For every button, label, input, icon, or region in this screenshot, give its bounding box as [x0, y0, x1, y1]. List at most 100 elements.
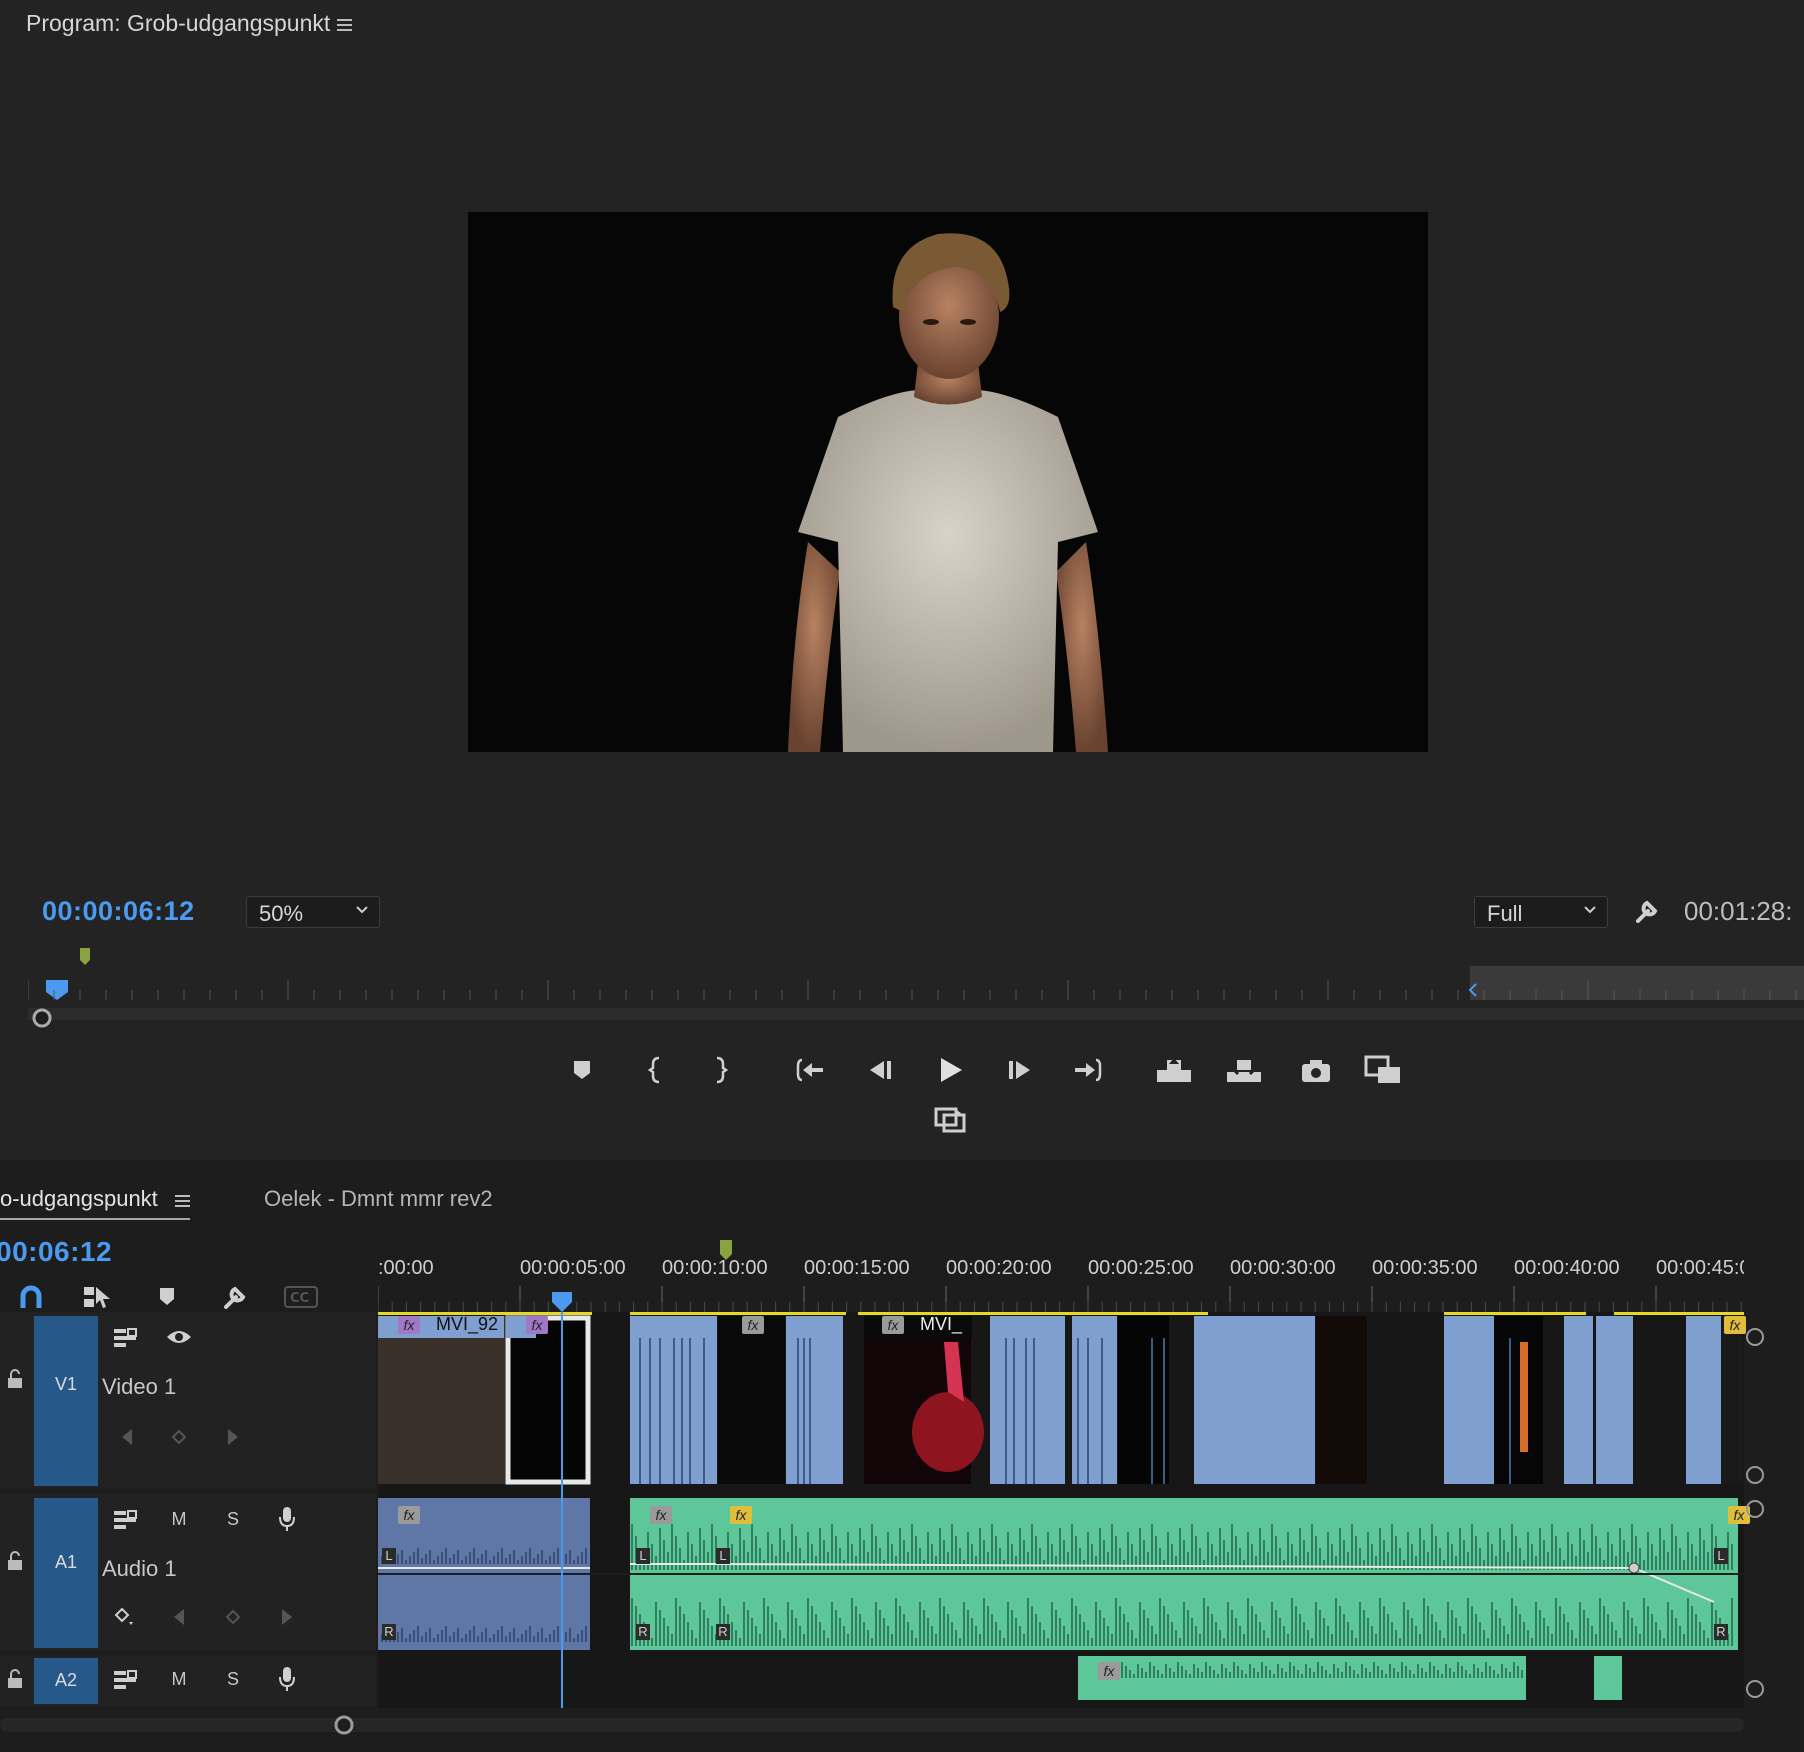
video-clip — [506, 1316, 589, 1484]
video-clip — [1596, 1316, 1633, 1484]
clip-name[interactable]: MVI_92 — [436, 1314, 498, 1335]
mute-track-button[interactable]: M — [164, 1504, 194, 1534]
go-to-out-button[interactable] — [1068, 1050, 1108, 1090]
lock-icon[interactable] — [4, 1550, 26, 1572]
channel-right-label: R — [1714, 1624, 1728, 1640]
go-to-in-button[interactable] — [790, 1050, 830, 1090]
keyframe-menu-icon[interactable] — [110, 1602, 140, 1632]
fx-badge[interactable]: fx — [526, 1316, 548, 1334]
previous-keyframe-icon[interactable] — [164, 1602, 194, 1632]
timeline-time-ruler[interactable]: :00:00 00:00:05:00 00:00:10:00 00:00:15:00 0… — [378, 1240, 1744, 1312]
track-height-handle[interactable] — [1746, 1328, 1764, 1346]
track-target-a1[interactable]: A1 — [34, 1498, 98, 1648]
ruler-label: 00:00:20:00 — [946, 1257, 1052, 1279]
timeline-playhead-timecode[interactable]: 00:06:12 — [0, 1236, 112, 1268]
lock-icon[interactable] — [4, 1368, 26, 1390]
mute-track-button[interactable]: M — [164, 1664, 194, 1694]
ruler-label: 00:00:30:00 — [1230, 1257, 1336, 1279]
channel-right-label: R — [636, 1624, 650, 1640]
video-clip — [1686, 1316, 1721, 1484]
sequence-tab-active[interactable]: o-udgangspunkt — [0, 1186, 158, 1212]
extract-button[interactable] — [1224, 1050, 1264, 1090]
comparison-view-button[interactable] — [1364, 1050, 1404, 1090]
fx-badge[interactable]: fx — [398, 1316, 420, 1334]
timeline-horizontal-scrollbar[interactable] — [0, 1712, 1744, 1752]
mark-in-button[interactable] — [636, 1050, 676, 1090]
playhead-timecode[interactable]: 00:00:06:12 — [42, 896, 195, 927]
track-height-handle[interactable] — [1746, 1466, 1764, 1484]
comparison-view-icon — [1364, 1055, 1400, 1083]
fx-badge[interactable]: fx — [650, 1506, 672, 1524]
solo-track-button[interactable]: S — [218, 1664, 248, 1694]
clip-name[interactable]: MVI_ — [920, 1314, 962, 1335]
add-marker-button[interactable] — [562, 1050, 602, 1090]
video-clip — [786, 1316, 843, 1484]
track-target-v1[interactable]: V1 — [34, 1316, 98, 1486]
channel-right-label: R — [382, 1624, 396, 1640]
loop-button[interactable] — [930, 1100, 970, 1140]
fx-badge[interactable]: fx — [1724, 1316, 1746, 1334]
mark-out-button[interactable] — [700, 1050, 740, 1090]
timeline-track-area[interactable]: fx MVI_92 fx fx fx MVI_ fx fx fx fx fx f… — [378, 1312, 1750, 1708]
program-time-ruler[interactable] — [28, 940, 1804, 1030]
channel-left-label: L — [1714, 1548, 1728, 1564]
zoom-scrollbar — [28, 1008, 1804, 1020]
previous-keyframe-icon[interactable] — [112, 1422, 142, 1452]
linked-selection-toggle[interactable] — [80, 1282, 114, 1312]
lift-button[interactable] — [1154, 1050, 1194, 1090]
fx-badge[interactable]: fx — [1098, 1662, 1120, 1680]
captions-button[interactable]: CC — [284, 1282, 318, 1312]
fx-badge[interactable]: fx — [742, 1316, 764, 1334]
track-target-a2[interactable]: A2 — [34, 1658, 98, 1704]
ruler-label: 00:00:10:00 — [662, 1257, 768, 1279]
channel-left-label: L — [716, 1548, 730, 1564]
add-keyframe-icon[interactable] — [218, 1602, 248, 1632]
zoom-level-dropdown[interactable]: 50% — [246, 896, 380, 928]
video-clip — [378, 1316, 505, 1484]
camera-icon — [1302, 1060, 1330, 1082]
mark-in-icon — [647, 1056, 660, 1084]
sequence-tab[interactable]: Oelek - Dmnt mmr rev2 — [264, 1186, 493, 1212]
track-name-video-1[interactable]: Video 1 — [102, 1374, 176, 1400]
add-marker-button[interactable] — [150, 1282, 184, 1312]
track-height-handle[interactable] — [1746, 1500, 1764, 1518]
sequence-duration-timecode: 00:01:28: — [1684, 896, 1793, 926]
chevron-down-icon — [1584, 906, 1596, 914]
program-monitor-title[interactable]: Program: Grob-udgangspunkt — [26, 10, 330, 37]
video-clip — [1564, 1316, 1593, 1484]
render-status-bar — [858, 1312, 1208, 1315]
panel-menu-icon[interactable] — [172, 1190, 194, 1212]
play-button[interactable] — [930, 1050, 970, 1090]
lock-icon[interactable] — [4, 1668, 26, 1690]
video-clip — [1316, 1316, 1367, 1484]
step-back-button[interactable] — [860, 1050, 900, 1090]
fx-badge[interactable]: fx — [882, 1316, 904, 1334]
next-keyframe-icon[interactable] — [218, 1422, 248, 1452]
microphone-icon[interactable] — [272, 1664, 302, 1694]
fx-badge[interactable]: fx — [730, 1506, 752, 1524]
sync-lock-icon[interactable] — [110, 1664, 140, 1694]
solo-track-button[interactable]: S — [218, 1504, 248, 1534]
play-icon — [941, 1058, 962, 1082]
step-forward-button[interactable] — [1000, 1050, 1040, 1090]
eye-icon[interactable] — [164, 1322, 194, 1352]
track-name-audio-1[interactable]: Audio 1 — [102, 1556, 177, 1582]
step-back-icon — [870, 1061, 891, 1079]
track-height-handle[interactable] — [1746, 1680, 1764, 1698]
microphone-icon[interactable] — [272, 1504, 302, 1534]
timeline-clips[interactable] — [378, 1312, 1744, 1708]
ruler-label: 00:00:15:00 — [804, 1257, 910, 1279]
sync-lock-icon[interactable] — [110, 1504, 140, 1534]
sync-lock-icon[interactable] — [110, 1322, 140, 1352]
playback-resolution-dropdown[interactable]: Full — [1474, 896, 1608, 928]
fx-badge[interactable]: fx — [398, 1506, 420, 1524]
next-keyframe-icon[interactable] — [272, 1602, 302, 1632]
snap-toggle[interactable] — [14, 1282, 48, 1312]
export-frame-button[interactable] — [1296, 1050, 1336, 1090]
panel-menu-icon[interactable] — [334, 14, 356, 36]
timeline-settings-button[interactable] — [218, 1282, 252, 1312]
add-keyframe-icon[interactable] — [164, 1422, 194, 1452]
frame-thumbnail-figure — [912, 1392, 984, 1472]
person-in-white-tshirt-image — [468, 212, 1428, 752]
wrench-icon[interactable] — [1632, 896, 1662, 926]
